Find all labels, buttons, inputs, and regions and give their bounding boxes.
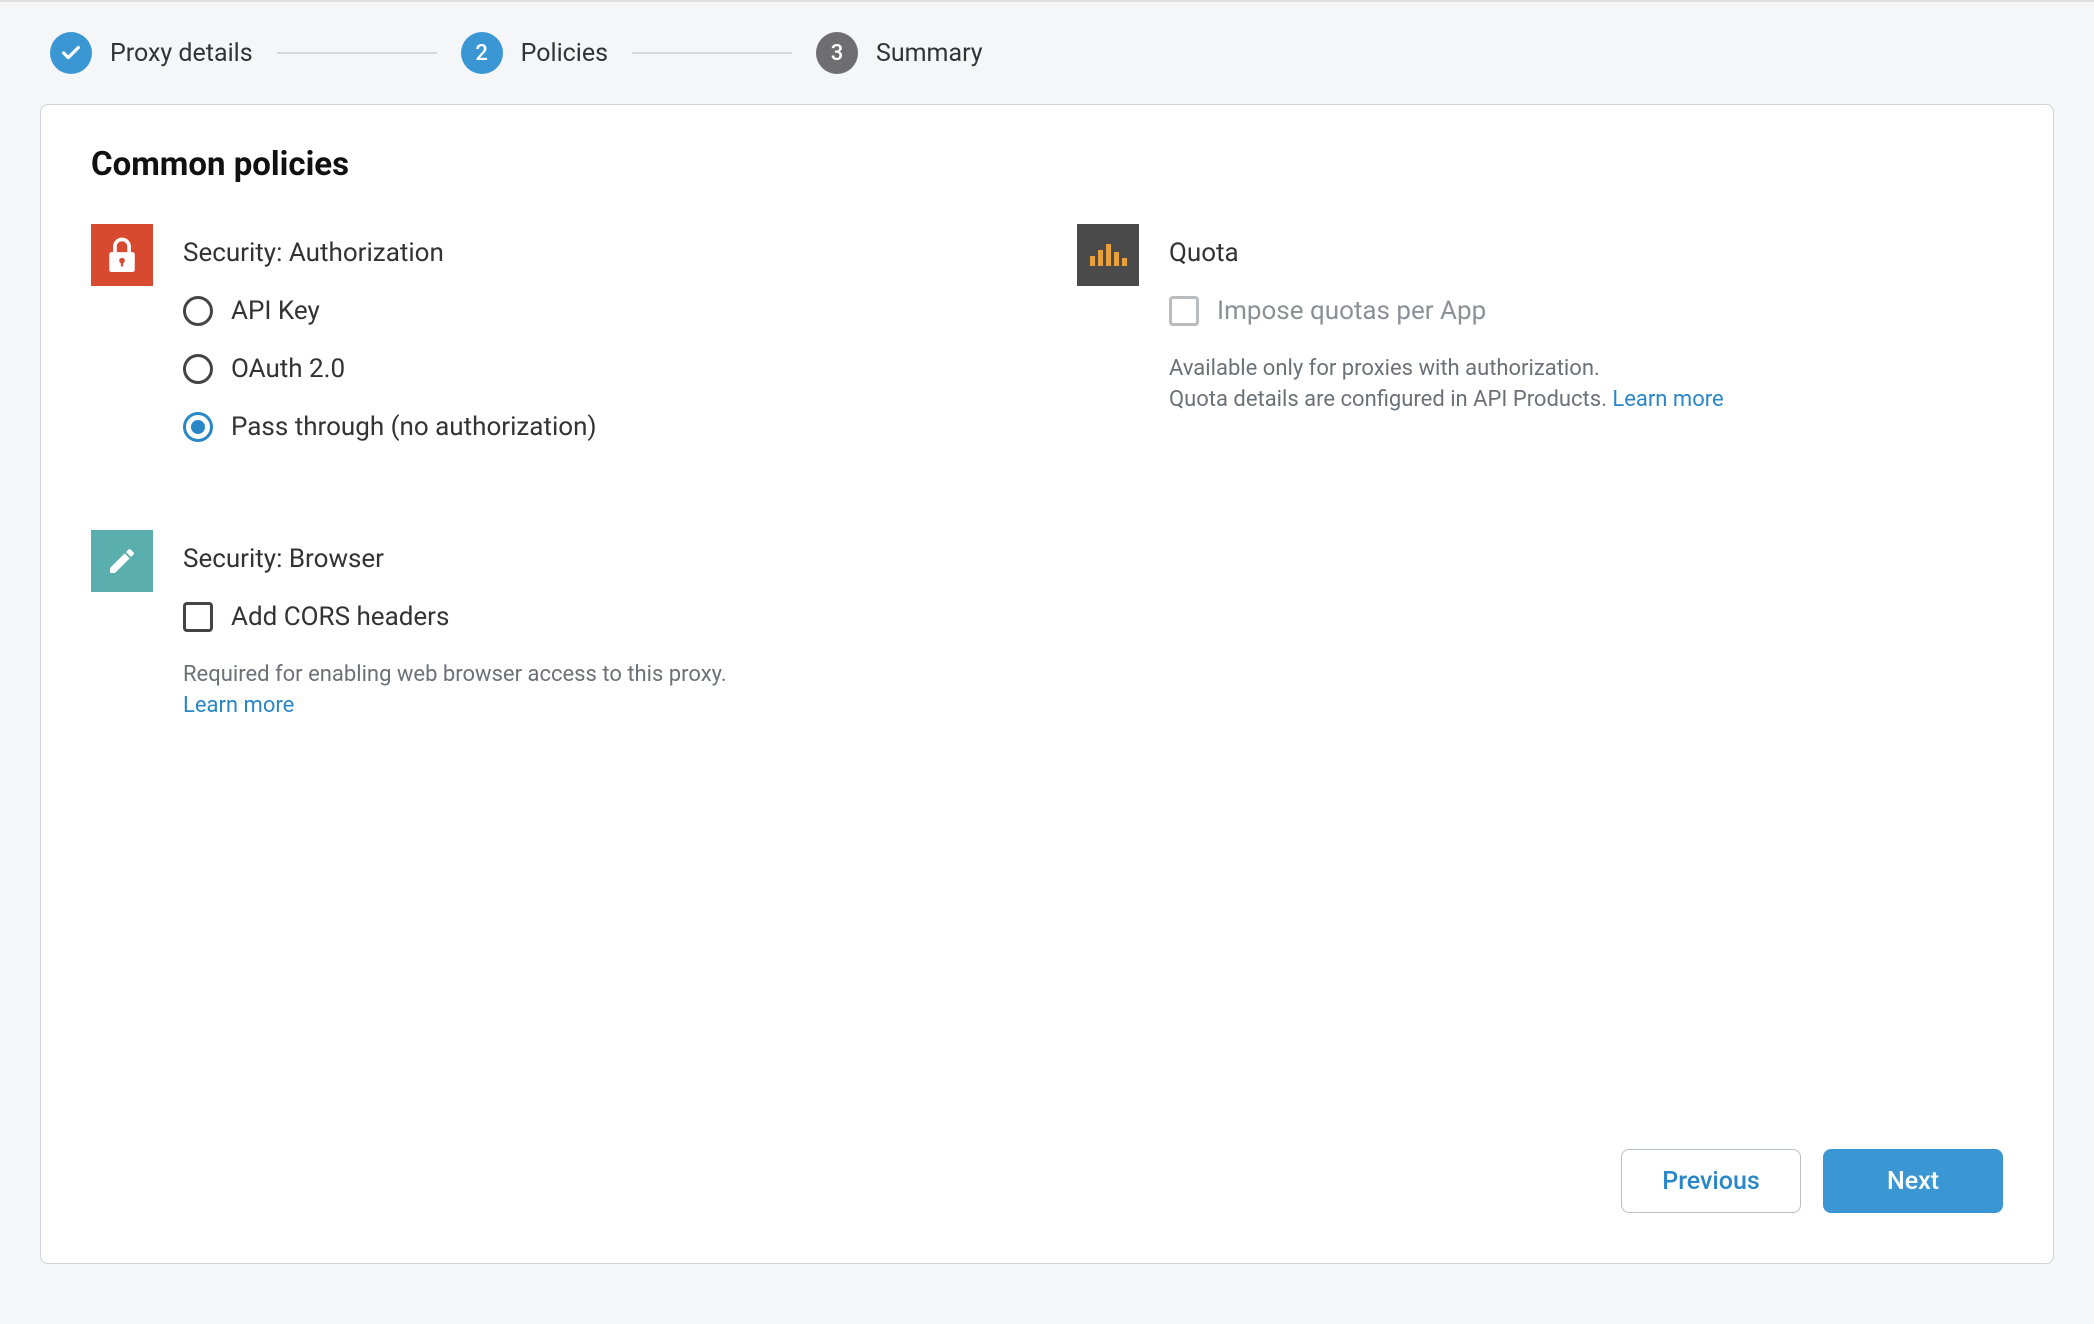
checkbox-icon bbox=[183, 602, 213, 632]
pencil-icon bbox=[91, 530, 153, 592]
policies-card: Common policies Security: Autho bbox=[40, 104, 2054, 1264]
security-browser-section: Security: Browser Add CORS headers Requi… bbox=[91, 530, 1017, 722]
radio-pass-through[interactable]: Pass through (no authorization) bbox=[183, 412, 1017, 442]
section-title: Security: Authorization bbox=[183, 238, 1017, 268]
bar-chart-icon bbox=[1077, 224, 1139, 286]
radio-icon bbox=[183, 296, 213, 326]
radio-api-key[interactable]: API Key bbox=[183, 296, 1017, 326]
help-text-line: Quota details are configured in API Prod… bbox=[1169, 387, 1607, 412]
radio-oauth[interactable]: OAuth 2.0 bbox=[183, 354, 1017, 384]
step-number: 3 bbox=[816, 32, 858, 74]
lock-icon bbox=[91, 224, 153, 286]
learn-more-link[interactable]: Learn more bbox=[1612, 387, 1723, 412]
radio-icon bbox=[183, 354, 213, 384]
radio-label: Pass through (no authorization) bbox=[231, 412, 597, 442]
step-proxy-details[interactable]: Proxy details bbox=[50, 32, 253, 74]
radio-label: OAuth 2.0 bbox=[231, 354, 345, 384]
checkmark-icon bbox=[50, 32, 92, 74]
step-label: Summary bbox=[876, 39, 983, 68]
radio-icon bbox=[183, 412, 213, 442]
radio-label: API Key bbox=[231, 296, 320, 326]
step-connector bbox=[632, 52, 792, 54]
next-button[interactable]: Next bbox=[1823, 1149, 2003, 1213]
step-policies[interactable]: 2 Policies bbox=[461, 32, 608, 74]
checkbox-impose-quotas: Impose quotas per App bbox=[1169, 296, 2003, 326]
quota-section: Quota Impose quotas per App Available on… bbox=[1077, 224, 2003, 416]
step-connector bbox=[277, 52, 437, 54]
checkbox-add-cors[interactable]: Add CORS headers bbox=[183, 602, 1017, 632]
checkbox-icon bbox=[1169, 296, 1199, 326]
checkbox-label: Impose quotas per App bbox=[1217, 296, 1486, 326]
step-summary[interactable]: 3 Summary bbox=[816, 32, 983, 74]
previous-button[interactable]: Previous bbox=[1621, 1149, 1801, 1213]
page-title: Common policies bbox=[91, 145, 2003, 184]
step-label: Proxy details bbox=[110, 39, 253, 68]
step-number: 2 bbox=[461, 32, 503, 74]
checkbox-label: Add CORS headers bbox=[231, 602, 449, 632]
help-text: Available only for proxies with authoriz… bbox=[1169, 354, 1769, 416]
help-text-line: Available only for proxies with authoriz… bbox=[1169, 356, 1600, 381]
security-authorization-section: Security: Authorization API Key OAuth 2.… bbox=[91, 224, 1017, 470]
wizard-stepper: Proxy details 2 Policies 3 Summary bbox=[50, 32, 2054, 74]
footer-actions: Previous Next bbox=[1621, 1149, 2003, 1213]
help-text-line: Required for enabling web browser access… bbox=[183, 662, 727, 687]
section-title: Security: Browser bbox=[183, 544, 1017, 574]
help-text: Required for enabling web browser access… bbox=[183, 660, 783, 722]
learn-more-link[interactable]: Learn more bbox=[183, 693, 294, 718]
step-label: Policies bbox=[521, 39, 608, 68]
section-title: Quota bbox=[1169, 238, 2003, 268]
